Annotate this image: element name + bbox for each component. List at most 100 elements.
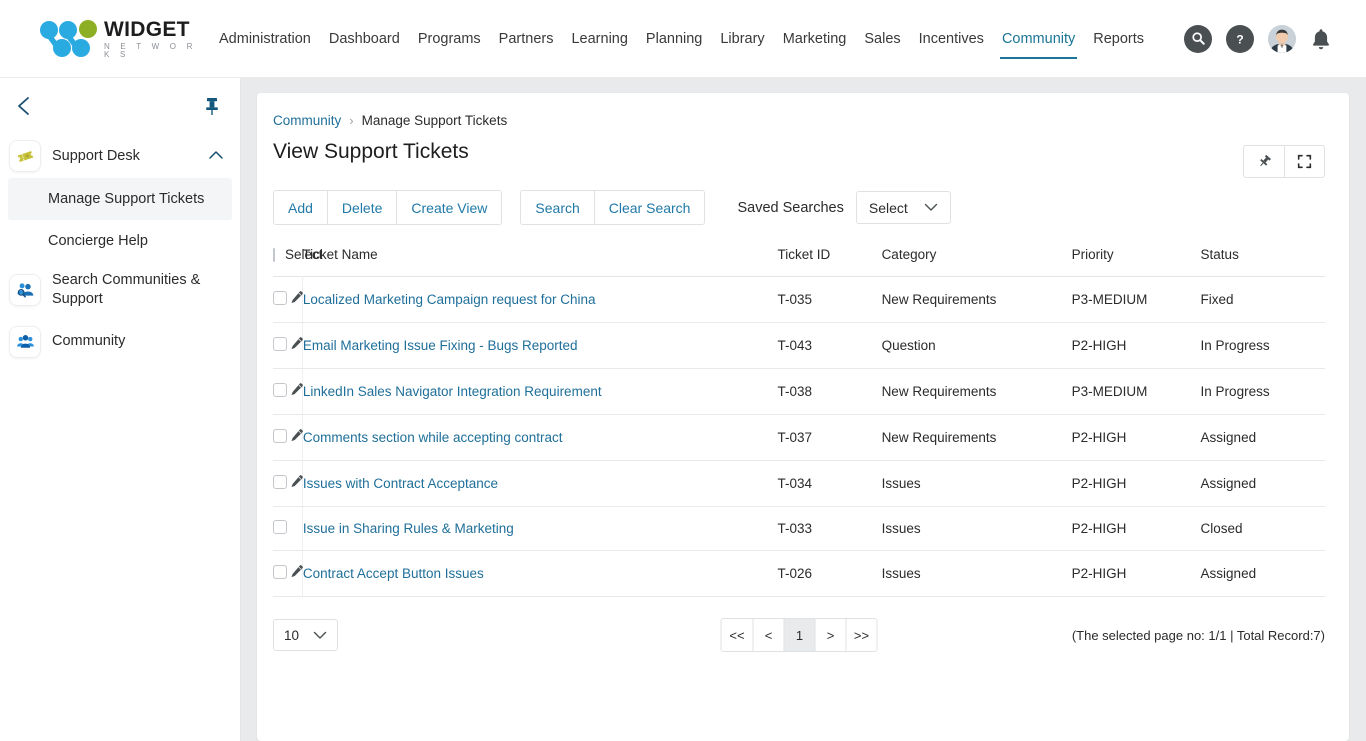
- row-checkbox[interactable]: [273, 383, 287, 397]
- expand-panel-icon[interactable]: [1284, 146, 1324, 177]
- breadcrumb: Community › Manage Support Tickets: [273, 113, 1325, 128]
- ticket-id-cell: T-043: [778, 323, 882, 369]
- edit-row-icon[interactable]: [288, 336, 304, 352]
- column-header-ticket-id[interactable]: Ticket ID: [778, 247, 882, 277]
- nav-item-learning[interactable]: Learning: [562, 25, 636, 53]
- pager-current-page[interactable]: 1: [784, 619, 815, 651]
- edit-row-icon[interactable]: [288, 428, 304, 444]
- notification-bell-icon[interactable]: [1310, 25, 1336, 53]
- sidebar-item-search-communities-support[interactable]: Search Communities & Support: [0, 262, 240, 318]
- ticket-name-link[interactable]: Issue in Sharing Rules & Marketing: [303, 521, 514, 536]
- nav-item-administration[interactable]: Administration: [210, 25, 320, 53]
- ticket-name-link[interactable]: Contract Accept Button Issues: [303, 566, 484, 581]
- brand-logo[interactable]: WIDGET N E T W O R K S: [0, 17, 200, 61]
- ticket-name-link[interactable]: Issues with Contract Acceptance: [303, 476, 498, 491]
- ticket-name-link[interactable]: Email Marketing Issue Fixing - Bugs Repo…: [303, 338, 578, 353]
- nav-item-sales[interactable]: Sales: [855, 25, 909, 53]
- breadcrumb-separator-icon: ›: [349, 113, 353, 128]
- sidebar-item-manage-support-tickets[interactable]: Manage Support Tickets: [8, 178, 232, 220]
- main-content: Community › Manage Support Tickets View …: [241, 78, 1366, 741]
- nav-item-partners[interactable]: Partners: [490, 25, 563, 53]
- category-cell: Issues: [882, 507, 1072, 551]
- ticket-name-link[interactable]: Localized Marketing Campaign request for…: [303, 292, 596, 307]
- breadcrumb-parent-link[interactable]: Community: [273, 113, 341, 128]
- edit-row-icon[interactable]: [288, 474, 304, 490]
- row-checkbox[interactable]: [273, 429, 287, 443]
- row-select-cell: [273, 415, 288, 461]
- ticket-name-cell: Issues with Contract Acceptance: [302, 461, 777, 507]
- nav-item-dashboard[interactable]: Dashboard: [320, 25, 409, 53]
- create-view-button[interactable]: Create View: [396, 191, 501, 224]
- ticket-id-cell: T-037: [778, 415, 882, 461]
- add-button[interactable]: Add: [274, 191, 327, 224]
- nav-item-incentives[interactable]: Incentives: [910, 25, 993, 53]
- column-header-status[interactable]: Status: [1201, 247, 1325, 277]
- select-all-checkbox[interactable]: [273, 248, 275, 262]
- delete-button[interactable]: Delete: [327, 191, 396, 224]
- status-cell: Assigned: [1201, 415, 1325, 461]
- column-header-select: Select: [273, 247, 302, 277]
- sidebar-item-label: Search Communities & Support: [52, 271, 212, 309]
- row-select-cell: [273, 507, 288, 551]
- chevron-up-icon[interactable]: [208, 147, 224, 165]
- pager-button[interactable]: >>: [846, 619, 877, 651]
- nav-item-reports[interactable]: Reports: [1084, 25, 1153, 53]
- pager-button[interactable]: >: [815, 619, 846, 651]
- clear-search-button[interactable]: Clear Search: [594, 191, 705, 224]
- people-search-icon: [10, 275, 40, 305]
- main-navigation: AdministrationDashboardProgramsPartnersL…: [210, 25, 1153, 53]
- category-cell: New Requirements: [882, 369, 1072, 415]
- nav-item-library[interactable]: Library: [711, 25, 773, 53]
- nav-item-community[interactable]: Community: [993, 25, 1084, 53]
- search-icon[interactable]: [1184, 25, 1212, 53]
- pager-button[interactable]: <: [753, 619, 784, 651]
- saved-searches-label: Saved Searches: [737, 200, 843, 216]
- row-checkbox[interactable]: [273, 337, 287, 351]
- row-select-cell: [273, 461, 288, 507]
- priority-cell: P2-HIGH: [1072, 323, 1201, 369]
- nav-item-programs[interactable]: Programs: [409, 25, 490, 53]
- table-row: Localized Marketing Campaign request for…: [273, 277, 1325, 323]
- column-header-priority[interactable]: Priority: [1072, 247, 1201, 277]
- ticket-name-cell: Email Marketing Issue Fixing - Bugs Repo…: [302, 323, 777, 369]
- row-edit-cell: [288, 369, 303, 415]
- ticket-id-cell: T-038: [778, 369, 882, 415]
- ticket-name-link[interactable]: LinkedIn Sales Navigator Integration Req…: [303, 384, 602, 399]
- row-checkbox[interactable]: [273, 520, 287, 534]
- ticket-id-cell: T-033: [778, 507, 882, 551]
- sidebar-item-concierge-help[interactable]: Concierge Help: [8, 220, 232, 262]
- user-avatar[interactable]: [1268, 25, 1296, 53]
- help-icon[interactable]: ?: [1226, 25, 1254, 53]
- chevron-left-icon[interactable]: [14, 94, 36, 118]
- column-header-ticket-name[interactable]: Ticket Name: [302, 247, 777, 277]
- column-header-category[interactable]: Category: [882, 247, 1072, 277]
- pager-button[interactable]: <<: [722, 619, 753, 651]
- ticket-name-link[interactable]: Comments section while accepting contrac…: [303, 430, 563, 445]
- pin-icon[interactable]: [202, 94, 222, 118]
- ticket-name-cell: LinkedIn Sales Navigator Integration Req…: [302, 369, 777, 415]
- edit-row-icon[interactable]: [288, 382, 304, 398]
- sidebar-item-community[interactable]: Community: [0, 318, 240, 366]
- nav-item-marketing[interactable]: Marketing: [774, 25, 856, 53]
- community-group-icon: [10, 327, 40, 357]
- search-button[interactable]: Search: [521, 191, 593, 224]
- row-edit-cell: [288, 551, 303, 597]
- ticket-id-cell: T-034: [778, 461, 882, 507]
- pagination-bar: 10 <<<1>>> (The selected page no: 1/1 | …: [273, 617, 1325, 653]
- page-size-select[interactable]: 10: [273, 619, 338, 651]
- status-cell: In Progress: [1201, 369, 1325, 415]
- pin-panel-icon[interactable]: [1244, 146, 1284, 177]
- row-checkbox[interactable]: [273, 565, 287, 579]
- edit-row-icon[interactable]: [288, 290, 304, 306]
- nav-item-planning[interactable]: Planning: [637, 25, 711, 53]
- table-body: Localized Marketing Campaign request for…: [273, 277, 1325, 597]
- chevron-down-icon: [924, 199, 938, 217]
- row-checkbox[interactable]: [273, 291, 287, 305]
- saved-searches-select[interactable]: Select: [856, 191, 951, 224]
- brand-subtitle: N E T W O R K S: [104, 43, 200, 59]
- edit-row-icon[interactable]: [288, 564, 304, 580]
- row-checkbox[interactable]: [273, 475, 287, 489]
- table-row: LinkedIn Sales Navigator Integration Req…: [273, 369, 1325, 415]
- sidebar-group-support-desk[interactable]: Support Desk: [0, 134, 240, 178]
- ticket-id-cell: T-035: [778, 277, 882, 323]
